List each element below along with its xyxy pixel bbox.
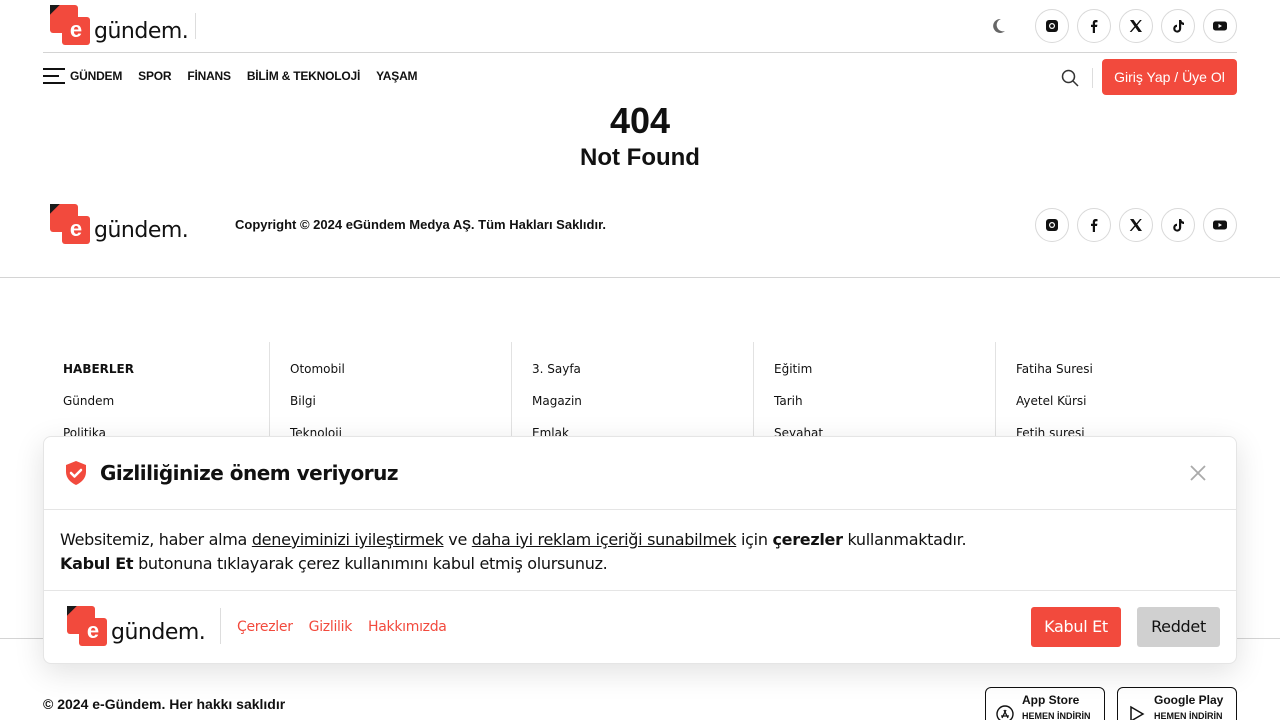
main-nav: GÜNDEM SPOR FİNANS BİLİM & TEKNOLOJİ YAŞ…: [43, 68, 433, 84]
about-link[interactable]: Hakkımızda: [368, 619, 447, 635]
logo-wordmark: gündem.: [111, 619, 206, 645]
message-text: Websitemiz, haber alma: [60, 530, 252, 549]
link-column: Eğitim Tarih Seyahat: [753, 342, 995, 442]
bottom-copyright: © 2024 e-Gündem. Her hakkı saklıdır: [43, 696, 286, 712]
logo-mark: e: [67, 606, 109, 648]
close-icon[interactable]: [1188, 463, 1208, 483]
link-column: Otomobil Bilgi Teknoloji: [269, 342, 511, 442]
better-ads-link[interactable]: daha iyi reklam içeriği sunabilmek: [472, 530, 737, 549]
footer-link[interactable]: Gündem: [63, 394, 269, 426]
link-column: HABERLER Gündem Politika: [43, 342, 269, 442]
logo-wordmark: gündem.: [94, 18, 189, 44]
footer-link[interactable]: Magazin: [532, 394, 753, 426]
login-button[interactable]: Giriş Yap / Üye Ol: [1102, 59, 1237, 95]
message-text: ve: [443, 530, 472, 549]
footer-link[interactable]: Fatiha Suresi: [1016, 362, 1237, 394]
menu-icon[interactable]: [43, 68, 65, 84]
nav-item-spor[interactable]: SPOR: [138, 69, 171, 83]
facebook-icon[interactable]: [1077, 9, 1111, 43]
instagram-icon[interactable]: [1035, 9, 1069, 43]
footer-link[interactable]: Bilgi: [290, 394, 511, 426]
store-title: App Store: [1022, 693, 1080, 707]
search-icon[interactable]: [1060, 68, 1080, 88]
footer-divider: [0, 277, 1280, 278]
nav-item-finans[interactable]: FİNANS: [187, 69, 231, 83]
x-icon[interactable]: [1119, 9, 1153, 43]
logo-mark: e: [50, 5, 92, 47]
youtube-icon[interactable]: [1203, 208, 1237, 242]
nav-item-bilim-teknoloji[interactable]: BİLİM & TEKNOLOJİ: [247, 69, 360, 83]
store-subtitle: HEMEN İNDİRİN: [1022, 711, 1091, 720]
cookie-title: Gizliliğinize önem veriyoruz: [100, 461, 398, 485]
nav-item-yasam[interactable]: YAŞAM: [376, 69, 417, 83]
divider: [195, 13, 196, 39]
column-heading: HABERLER: [63, 362, 134, 376]
google-play-button[interactable]: Google Play HEMEN İNDİRİN: [1117, 687, 1237, 720]
footer-social-links: [1035, 208, 1237, 242]
cookie-header: Gizliliğinize önem veriyoruz: [44, 437, 1236, 510]
instagram-icon[interactable]: [1035, 208, 1069, 242]
store-subtitle: HEMEN İNDİRİN: [1154, 711, 1223, 720]
header-divider: [43, 52, 1237, 53]
store-title: Google Play: [1154, 693, 1224, 707]
reject-button[interactable]: Reddet: [1137, 607, 1220, 647]
moon-icon[interactable]: [988, 16, 1008, 36]
cookie-consent-dialog: Gizliliğinize önem veriyoruz Websitemiz,…: [43, 436, 1237, 664]
cookie-message: Websitemiz, haber alma deneyiminizi iyil…: [44, 510, 1236, 591]
cookie-links: Çerezler Gizlilik Hakkımızda: [237, 619, 447, 635]
shield-check-icon: [66, 461, 86, 485]
site-logo[interactable]: e gündem.: [50, 5, 189, 47]
footer-link-columns: HABERLER Gündem Politika Otomobil Bilgi …: [43, 342, 1237, 442]
footer-link[interactable]: Ayetel Kürsi: [1016, 394, 1237, 426]
divider: [1092, 68, 1093, 88]
header-social-links: [1035, 9, 1237, 43]
footer-copyright: Copyright © 2024 eGündem Medya AŞ. Tüm H…: [235, 217, 607, 232]
link-column: 3. Sayfa Magazin Emlak: [511, 342, 753, 442]
accept-button[interactable]: Kabul Et: [1031, 607, 1121, 647]
link-column: Fatiha Suresi Ayetel Kürsi Fetih suresi: [995, 342, 1237, 442]
error-message: Not Found: [580, 144, 700, 171]
footer-link[interactable]: Eğitim: [774, 362, 995, 394]
x-icon[interactable]: [1119, 208, 1153, 242]
message-text: kullanmaktadır.: [842, 530, 967, 549]
footer-link[interactable]: Tarih: [774, 394, 995, 426]
footer-link[interactable]: 3. Sayfa: [532, 362, 753, 394]
cookie-logo: e gündem.: [67, 606, 206, 648]
app-store-button[interactable]: App Store HEMEN İNDİRİN: [985, 687, 1105, 720]
youtube-icon[interactable]: [1203, 9, 1237, 43]
logo-mark: e: [50, 204, 92, 246]
footer-link[interactable]: Otomobil: [290, 362, 511, 394]
accept-emphasis: Kabul Et: [60, 554, 134, 573]
cookies-link[interactable]: Çerezler: [237, 619, 293, 635]
google-play-icon: [1130, 705, 1145, 720]
divider: [220, 608, 221, 644]
nav-item-gundem[interactable]: GÜNDEM: [70, 69, 122, 83]
facebook-icon[interactable]: [1077, 208, 1111, 242]
app-store-icon: [996, 705, 1014, 720]
tiktok-icon[interactable]: [1161, 9, 1195, 43]
footer-logo[interactable]: e gündem.: [50, 204, 189, 246]
tiktok-icon[interactable]: [1161, 208, 1195, 242]
message-text: butonuna tıklayarak çerez kullanımını ka…: [133, 554, 608, 573]
cookies-emphasis: çerezler: [772, 530, 843, 549]
logo-wordmark: gündem.: [94, 217, 189, 243]
message-text: için: [736, 530, 773, 549]
privacy-link[interactable]: Gizlilik: [309, 619, 353, 635]
cookie-footer: e gündem. Çerezler Gizlilik Hakkımızda K…: [44, 591, 1236, 663]
error-code: 404: [609, 100, 671, 141]
improve-experience-link[interactable]: deneyiminizi iyileştirmek: [252, 530, 444, 549]
